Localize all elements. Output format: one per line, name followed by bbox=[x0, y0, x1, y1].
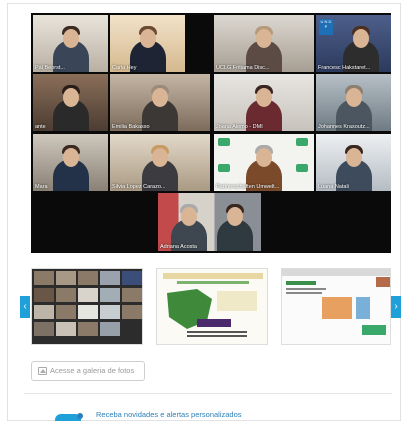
participant-name: Pál Beorst... bbox=[35, 65, 65, 71]
chevron-left-icon: ‹ bbox=[23, 301, 27, 312]
photo-carousel bbox=[31, 268, 391, 346]
participant-name: Adriana Acosta bbox=[160, 244, 197, 250]
bell-icon bbox=[55, 413, 83, 421]
participant-name: Partnerschaften Umwelt... bbox=[216, 184, 280, 190]
photo-gallery-button[interactable]: Acesse a galeria de fotos bbox=[31, 361, 145, 381]
participant-name: Luana Natali bbox=[318, 184, 349, 190]
section-divider bbox=[24, 393, 392, 394]
participant-name: Carla Hey bbox=[112, 65, 137, 71]
participant-tile: Silvia Lopez Carazo... bbox=[110, 134, 210, 191]
thumbnail-presentation-slide bbox=[282, 269, 390, 335]
image-icon bbox=[38, 367, 47, 375]
participant-name: UCLG Fritiama Disc... bbox=[216, 65, 270, 71]
participant-name: ante bbox=[35, 124, 46, 130]
carousel-prev-button[interactable]: ‹ bbox=[20, 296, 30, 318]
featured-meeting-photo[interactable]: Pál Beorst... Carla Hey UCLG Fritiama Di… bbox=[31, 13, 391, 253]
photo-gallery-button-label: Acesse a galeria de fotos bbox=[50, 366, 135, 375]
participant-tile: UCLG Fritiama Disc... bbox=[214, 15, 314, 72]
participant-tile: Partnerschaften Umwelt... bbox=[214, 134, 314, 191]
participant-tile-active-speaker: Johannes Krasoutz... bbox=[316, 74, 391, 131]
participant-tile: Adriana Acosta bbox=[158, 193, 261, 251]
participant-tile: Emilia Bakasso bbox=[110, 74, 210, 131]
chevron-right-icon: › bbox=[394, 301, 398, 312]
participant-name: Joana Alemo - DMI bbox=[216, 124, 263, 130]
participant-tile: Mara bbox=[33, 134, 108, 191]
thumbnail-video-call-grid bbox=[34, 271, 142, 336]
participant-name: Johannes Krasoutz... bbox=[318, 124, 370, 130]
participant-tile: Luana Natali bbox=[316, 134, 391, 191]
participant-tile: Pál Beorst... bbox=[33, 15, 108, 72]
undp-logo: U N D P bbox=[319, 19, 333, 35]
carousel-thumbnail[interactable] bbox=[281, 268, 391, 345]
participant-name: Silvia Lopez Carazo... bbox=[112, 184, 166, 190]
newsletter-link[interactable]: Receba novidades e alertas personalizado… bbox=[96, 410, 242, 419]
participant-name: Emilia Bakasso bbox=[112, 124, 150, 130]
carousel-next-button[interactable]: › bbox=[391, 296, 401, 318]
carousel-thumbnail[interactable] bbox=[31, 268, 143, 345]
participant-name: Francesc Hakstaret... bbox=[318, 65, 371, 71]
participant-name: Mara bbox=[35, 184, 48, 190]
participant-tile: Carla Hey bbox=[110, 15, 185, 72]
participant-tile: Joana Alemo - DMI bbox=[214, 74, 314, 131]
participant-tile: ante bbox=[33, 74, 108, 131]
participant-tile: U N D P Francesc Hakstaret... bbox=[316, 15, 391, 72]
thumbnail-presentation-map bbox=[163, 273, 263, 337]
carousel-thumbnail[interactable] bbox=[156, 268, 268, 345]
